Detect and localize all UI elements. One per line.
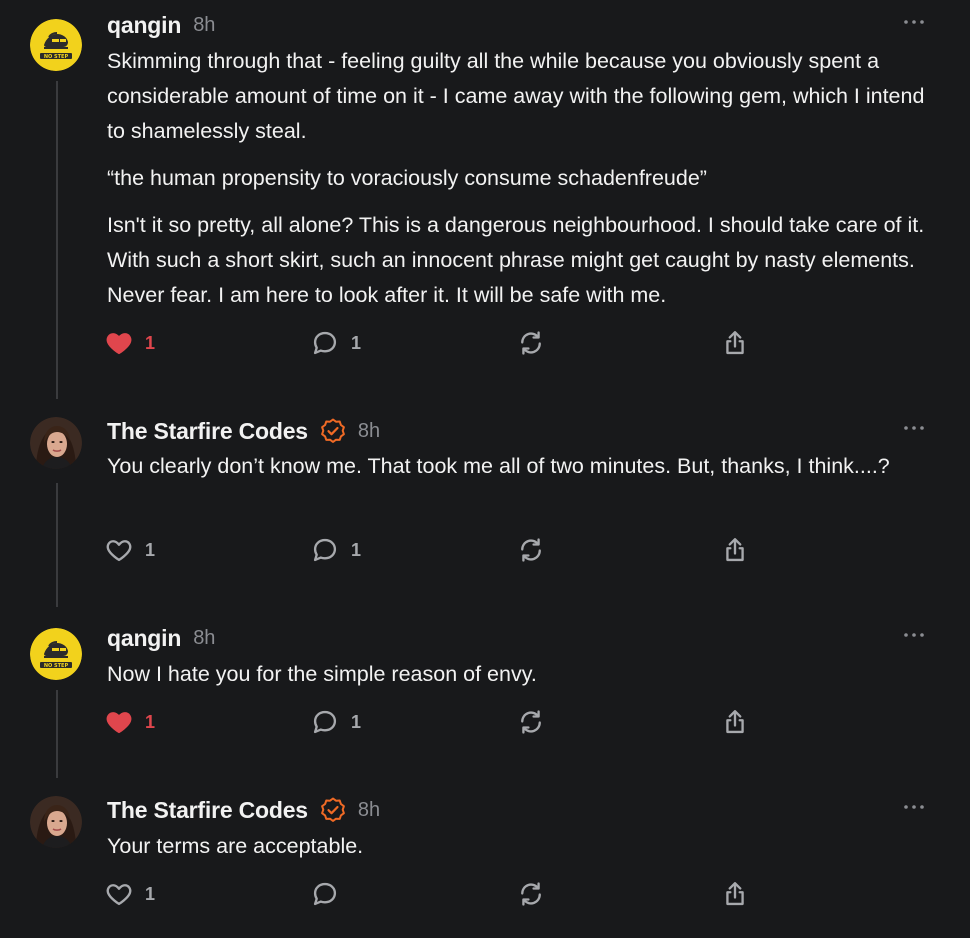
comment-header: qangin 8h bbox=[107, 11, 215, 39]
reply-button[interactable]: 1 bbox=[311, 535, 361, 565]
restack-button[interactable] bbox=[517, 707, 545, 737]
timestamp[interactable]: 8h bbox=[358, 420, 380, 443]
avatar[interactable] bbox=[30, 19, 82, 71]
heart-icon bbox=[105, 880, 133, 908]
like-button[interactable]: 1 bbox=[105, 328, 155, 358]
like-button[interactable]: 1 bbox=[105, 535, 155, 565]
reply-button[interactable]: 1 bbox=[311, 707, 361, 737]
woman-portrait-avatar bbox=[30, 417, 82, 469]
reply-count: 1 bbox=[351, 711, 362, 732]
comment-actions: 1 bbox=[105, 879, 765, 909]
author-name[interactable]: qangin bbox=[107, 625, 181, 652]
restack-icon bbox=[517, 708, 545, 736]
comment-header: The Starfire Codes 8h bbox=[107, 417, 380, 445]
reply-count: 1 bbox=[351, 539, 362, 560]
more-horizontal-icon[interactable] bbox=[902, 15, 926, 29]
reply-count: 1 bbox=[351, 332, 362, 353]
comment-body: Your terms are acceptable. bbox=[107, 829, 937, 876]
heart-icon bbox=[105, 708, 133, 736]
more-horizontal-icon[interactable] bbox=[902, 421, 926, 435]
comment-paragraph: Your terms are acceptable. bbox=[107, 834, 364, 858]
thread-line bbox=[56, 81, 58, 399]
verified-check-icon bbox=[320, 797, 346, 823]
comment-bubble-icon bbox=[311, 708, 339, 736]
comment-body: Now I hate you for the simple reason of … bbox=[107, 657, 937, 704]
restack-button[interactable] bbox=[517, 328, 545, 358]
comment-paragraph: Now I hate you for the simple reason of … bbox=[107, 662, 537, 686]
woman-portrait-avatar bbox=[30, 796, 82, 848]
share-icon bbox=[721, 708, 749, 736]
verified-check-icon bbox=[320, 418, 346, 444]
heart-icon bbox=[105, 536, 133, 564]
comment-actions: 1 1 bbox=[105, 328, 765, 358]
restack-icon bbox=[517, 536, 545, 564]
comment-paragraph: “the human propensity to voraciously con… bbox=[107, 166, 707, 190]
like-button[interactable]: 1 bbox=[105, 707, 155, 737]
restack-button[interactable] bbox=[517, 535, 545, 565]
comment-bubble-icon bbox=[311, 536, 339, 564]
avatar[interactable] bbox=[30, 796, 82, 848]
comment-header: The Starfire Codes 8h bbox=[107, 796, 380, 824]
author-name[interactable]: qangin bbox=[107, 12, 181, 39]
share-icon bbox=[721, 536, 749, 564]
more-horizontal-icon[interactable] bbox=[902, 628, 926, 642]
comment-bubble-icon bbox=[311, 329, 339, 357]
thread-line bbox=[56, 690, 58, 778]
like-count: 1 bbox=[145, 883, 156, 904]
share-icon bbox=[721, 329, 749, 357]
like-button[interactable]: 1 bbox=[105, 879, 155, 909]
heart-icon bbox=[105, 329, 133, 357]
avatar[interactable] bbox=[30, 628, 82, 680]
avatar[interactable] bbox=[30, 417, 82, 469]
comment-body: Skimming through that - feeling guilty a… bbox=[107, 44, 937, 325]
share-button[interactable] bbox=[721, 879, 749, 909]
no-step-sticker-avatar bbox=[30, 628, 82, 680]
share-icon bbox=[721, 880, 749, 908]
thread-line bbox=[56, 483, 58, 607]
comment-actions: 1 1 bbox=[105, 707, 765, 737]
restack-icon bbox=[517, 329, 545, 357]
reply-button[interactable]: 1 bbox=[311, 328, 361, 358]
author-name[interactable]: The Starfire Codes bbox=[107, 418, 308, 445]
comment-paragraph: Isn't it so pretty, all alone? This is a… bbox=[107, 213, 925, 307]
restack-button[interactable] bbox=[517, 879, 545, 909]
comment-paragraph: Skimming through that - feeling guilty a… bbox=[107, 49, 925, 143]
comment-actions: 1 1 bbox=[105, 535, 765, 565]
timestamp[interactable]: 8h bbox=[358, 799, 380, 822]
timestamp[interactable]: 8h bbox=[193, 627, 215, 650]
like-count: 1 bbox=[145, 539, 156, 560]
comment-paragraph: You clearly don’t know me. That took me … bbox=[107, 454, 890, 478]
comment-thread: qangin 8h Skimming through that - feelin… bbox=[0, 0, 970, 938]
more-horizontal-icon[interactable] bbox=[902, 800, 926, 814]
reply-button[interactable] bbox=[311, 879, 351, 909]
no-step-sticker-avatar bbox=[30, 19, 82, 71]
comment-header: qangin 8h bbox=[107, 624, 215, 652]
share-button[interactable] bbox=[721, 707, 749, 737]
like-count: 1 bbox=[145, 711, 156, 732]
like-count: 1 bbox=[145, 332, 156, 353]
comment-body: You clearly don’t know me. That took me … bbox=[107, 449, 897, 496]
restack-icon bbox=[517, 880, 545, 908]
share-button[interactable] bbox=[721, 535, 749, 565]
timestamp[interactable]: 8h bbox=[193, 14, 215, 37]
comment-bubble-icon bbox=[311, 880, 339, 908]
share-button[interactable] bbox=[721, 328, 749, 358]
author-name[interactable]: The Starfire Codes bbox=[107, 797, 308, 824]
